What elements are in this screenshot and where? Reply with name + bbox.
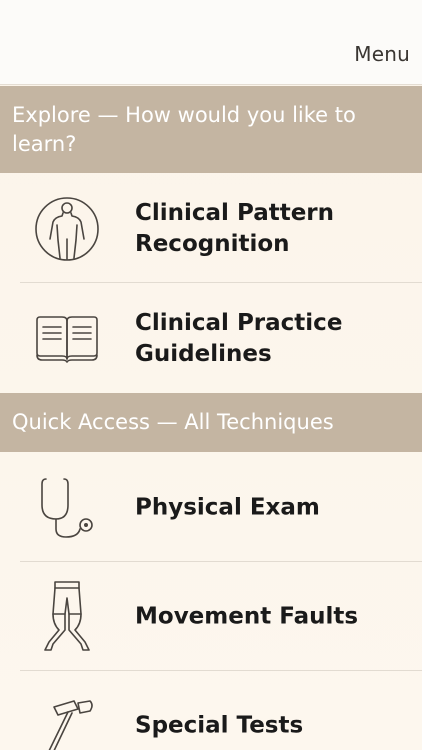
- section-header-explore: Explore — How would you like to learn?: [0, 86, 422, 173]
- section-title: Explore — How would you like to learn?: [12, 103, 356, 156]
- top-bar: Menu: [0, 0, 422, 85]
- list-item-special-tests[interactable]: Special Tests: [0, 671, 422, 750]
- section-header-quick-access: Quick Access — All Techniques: [0, 393, 422, 452]
- item-label: Clinical Pattern Recognition: [135, 199, 335, 257]
- item-label: Clinical Practice Guidelines: [135, 309, 343, 367]
- app-screen: Menu Explore — How would you like to lea…: [0, 0, 422, 750]
- reflex-hammer-icon: [30, 689, 104, 750]
- section-title: Quick Access — All Techniques: [12, 410, 334, 434]
- legs-icon: [30, 580, 104, 654]
- item-label: Special Tests: [135, 712, 304, 738]
- divider: [20, 282, 422, 283]
- item-label: Movement Faults: [135, 603, 359, 629]
- open-book-icon: [30, 302, 104, 376]
- body-outline-icon: [30, 192, 104, 266]
- list-item-movement-faults[interactable]: Movement Faults: [0, 562, 422, 671]
- item-label: Physical Exam: [135, 494, 320, 520]
- stethoscope-icon: [30, 471, 104, 545]
- menu-button[interactable]: Menu: [354, 42, 410, 66]
- list-item-clinical-pattern-recognition[interactable]: Clinical Pattern Recognition: [0, 174, 422, 283]
- list-item-physical-exam[interactable]: Physical Exam: [0, 453, 422, 562]
- list-item-clinical-practice-guidelines[interactable]: Clinical Practice Guidelines: [0, 284, 422, 393]
